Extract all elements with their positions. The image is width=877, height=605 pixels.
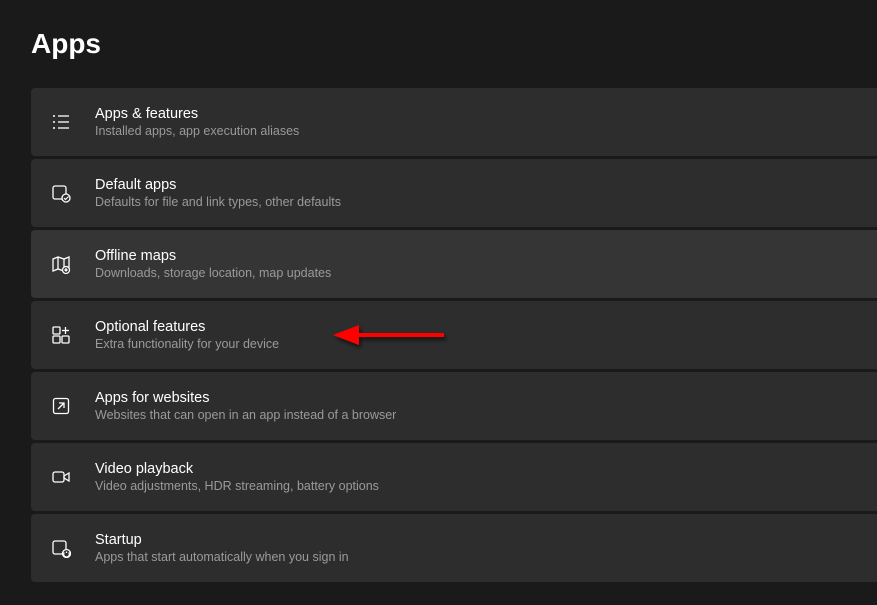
item-desc: Websites that can open in an app instead… <box>95 408 396 422</box>
list-icon <box>49 110 73 134</box>
item-title: Startup <box>95 532 349 548</box>
settings-item-apps-features[interactable]: Apps & features Installed apps, app exec… <box>31 88 877 156</box>
startup-icon <box>49 536 73 560</box>
item-text: Optional features Extra functionality fo… <box>95 319 279 351</box>
settings-item-startup[interactable]: Startup Apps that start automatically wh… <box>31 514 877 582</box>
settings-list: Apps & features Installed apps, app exec… <box>0 88 877 582</box>
item-title: Apps for websites <box>95 390 396 406</box>
item-title: Optional features <box>95 319 279 335</box>
page-title: Apps <box>0 0 877 60</box>
settings-item-default-apps[interactable]: Default apps Defaults for file and link … <box>31 159 877 227</box>
item-desc: Apps that start automatically when you s… <box>95 550 349 564</box>
item-text: Startup Apps that start automatically wh… <box>95 532 349 564</box>
settings-item-video-playback[interactable]: Video playback Video adjustments, HDR st… <box>31 443 877 511</box>
item-desc: Defaults for file and link types, other … <box>95 195 341 209</box>
item-title: Offline maps <box>95 248 331 264</box>
item-title: Default apps <box>95 177 341 193</box>
item-text: Apps for websites Websites that can open… <box>95 390 396 422</box>
item-title: Video playback <box>95 461 379 477</box>
item-text: Offline maps Downloads, storage location… <box>95 248 331 280</box>
apps-websites-icon <box>49 394 73 418</box>
video-icon <box>49 465 73 489</box>
item-text: Default apps Defaults for file and link … <box>95 177 341 209</box>
settings-item-apps-websites[interactable]: Apps for websites Websites that can open… <box>31 372 877 440</box>
item-desc: Video adjustments, HDR streaming, batter… <box>95 479 379 493</box>
map-icon <box>49 252 73 276</box>
item-title: Apps & features <box>95 106 299 122</box>
item-text: Apps & features Installed apps, app exec… <box>95 106 299 138</box>
item-desc: Installed apps, app execution aliases <box>95 124 299 138</box>
default-apps-icon <box>49 181 73 205</box>
item-desc: Extra functionality for your device <box>95 337 279 351</box>
item-text: Video playback Video adjustments, HDR st… <box>95 461 379 493</box>
settings-item-offline-maps[interactable]: Offline maps Downloads, storage location… <box>31 230 877 298</box>
item-desc: Downloads, storage location, map updates <box>95 266 331 280</box>
settings-item-optional-features[interactable]: Optional features Extra functionality fo… <box>31 301 877 369</box>
arrow-annotation <box>329 317 449 353</box>
optional-features-icon <box>49 323 73 347</box>
